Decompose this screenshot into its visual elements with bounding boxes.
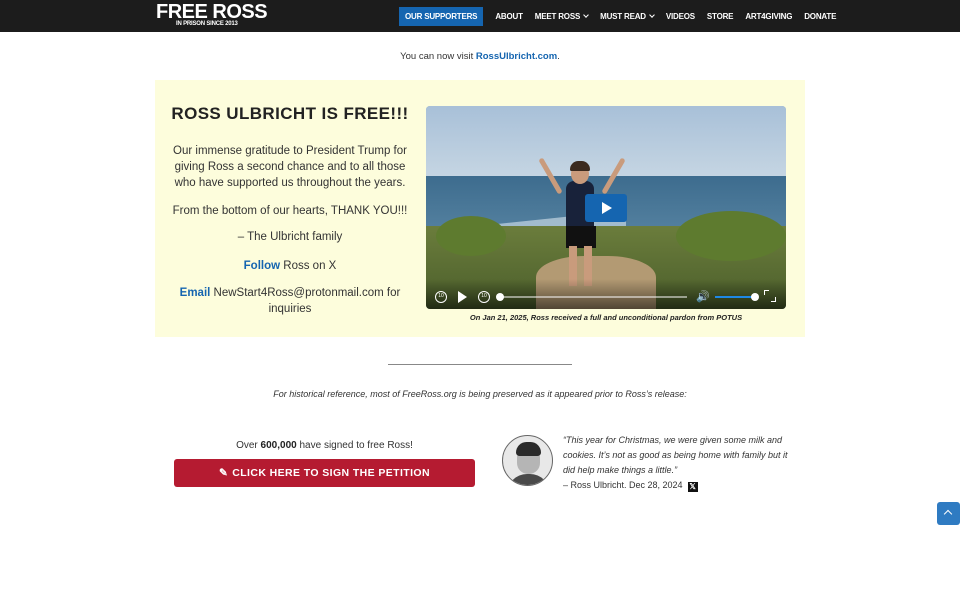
pardon-video-player[interactable]: 10 10 🔊: [426, 106, 786, 309]
progress-handle[interactable]: [496, 293, 504, 301]
avatar-hair: [516, 442, 541, 456]
video-person-shorts: [566, 226, 596, 248]
video-person-hair: [570, 161, 590, 171]
follow-text: Ross on X: [280, 260, 337, 272]
video-sky: [426, 106, 786, 186]
logo-text: FREE ROSS: [156, 1, 268, 23]
signed-prefix: Over: [236, 440, 261, 451]
notice-suffix: .: [557, 51, 560, 62]
nav-item-meet-ross[interactable]: MEET ROSS: [534, 12, 589, 21]
main-nav: OUR SUPPORTERS ABOUT MEET ROSS MUST READ…: [399, 7, 848, 26]
video-bush: [676, 211, 786, 261]
nav-item-must-read[interactable]: MUST READ: [600, 12, 655, 21]
notice-text: You can now visit: [400, 51, 476, 62]
chevron-down-icon: [649, 12, 655, 18]
play-icon[interactable]: [458, 291, 467, 303]
page-title: ROSS ULBRICHT IS FREE!!!: [171, 104, 409, 123]
logo-tagline: IN PRISON SINCE 2013: [176, 21, 238, 27]
volume-icon[interactable]: 🔊: [696, 291, 710, 303]
nav-item-videos[interactable]: VIDEOS: [666, 12, 695, 21]
nav-label: VIDEOS: [665, 12, 695, 21]
fast-forward-icon[interactable]: 10: [478, 291, 490, 303]
signature-count-text: Over 600,000 have signed to free Ross!: [174, 440, 475, 451]
nav-item-our-supporters[interactable]: OUR SUPPORTERS: [399, 7, 484, 26]
thanks-text: From the bottom of our hearts, THANK YOU…: [172, 205, 408, 217]
nav-item-art4giving[interactable]: ART4GIVING: [745, 12, 792, 21]
follow-link[interactable]: Follow: [244, 260, 280, 272]
nav-item-donate[interactable]: DONATE: [804, 12, 836, 21]
follow-line: Follow Ross on X: [170, 258, 410, 274]
nav-label: MEET ROSS: [534, 12, 581, 21]
attribution-text: – Ross Ulbricht. Dec 28, 2024: [563, 480, 683, 490]
gratitude-text: Our immense gratitude to President Trump…: [173, 145, 407, 189]
ross-quote: “This year for Christmas, we were given …: [563, 435, 788, 475]
signed-suffix: have signed to free Ross!: [296, 440, 413, 451]
video-controls: 10 10 🔊: [426, 279, 786, 309]
scroll-to-top-button[interactable]: [937, 502, 960, 525]
video-bush: [436, 216, 506, 256]
video-progress-bar[interactable]: [496, 293, 687, 301]
rewind-icon[interactable]: 10: [435, 291, 447, 303]
family-signoff: – The Ulbricht family: [237, 231, 343, 243]
email-link[interactable]: Email: [180, 287, 211, 299]
avatar-shirt: [507, 474, 550, 485]
signature-count: 600,000: [260, 440, 297, 451]
section-divider: [388, 364, 572, 365]
nav-label: ABOUT: [495, 12, 523, 21]
rossulbricht-link[interactable]: RossUlbricht.com: [476, 51, 557, 62]
email-line: Email NewStart4Ross@protonmail.com for i…: [170, 285, 410, 317]
nav-label: ART4GIVING: [745, 12, 793, 21]
site-logo[interactable]: FREE ROSS IN PRISON SINCE 2013: [156, 1, 268, 27]
email-text: NewStart4Ross@protonmail.com for inquiri…: [210, 287, 401, 315]
history-note: For historical reference, most of FreeRo…: [273, 389, 687, 399]
play-button[interactable]: [585, 194, 627, 222]
nav-label: DONATE: [804, 12, 837, 21]
sign-petition-button[interactable]: ✎ CLICK HERE TO SIGN THE PETITION: [174, 459, 475, 487]
nav-item-store[interactable]: STORE: [706, 12, 734, 21]
video-caption: On Jan 21, 2025, Ross received a full an…: [469, 313, 743, 322]
volume-slider[interactable]: [715, 293, 759, 301]
volume-handle[interactable]: [751, 293, 759, 301]
fullscreen-icon[interactable]: [764, 290, 776, 302]
site-notice: You can now visit RossUlbricht.com.: [0, 51, 960, 62]
nav-label: OUR SUPPORTERS: [405, 12, 478, 21]
x-logo-icon[interactable]: 𝕏: [687, 482, 698, 492]
top-navigation-bar: FREE ROSS IN PRISON SINCE 2013 OUR SUPPO…: [0, 0, 960, 32]
quote-attribution: – Ross Ulbricht. Dec 28, 2024 𝕏: [563, 480, 698, 492]
chevron-down-icon: [583, 12, 589, 18]
pencil-icon: ✎: [219, 467, 229, 479]
nav-label: MUST READ: [600, 12, 646, 21]
petition-button-label: CLICK HERE TO SIGN THE PETITION: [232, 467, 430, 479]
nav-item-about[interactable]: ABOUT: [495, 12, 523, 21]
nav-label: STORE: [706, 12, 734, 21]
ross-avatar: [502, 435, 553, 486]
